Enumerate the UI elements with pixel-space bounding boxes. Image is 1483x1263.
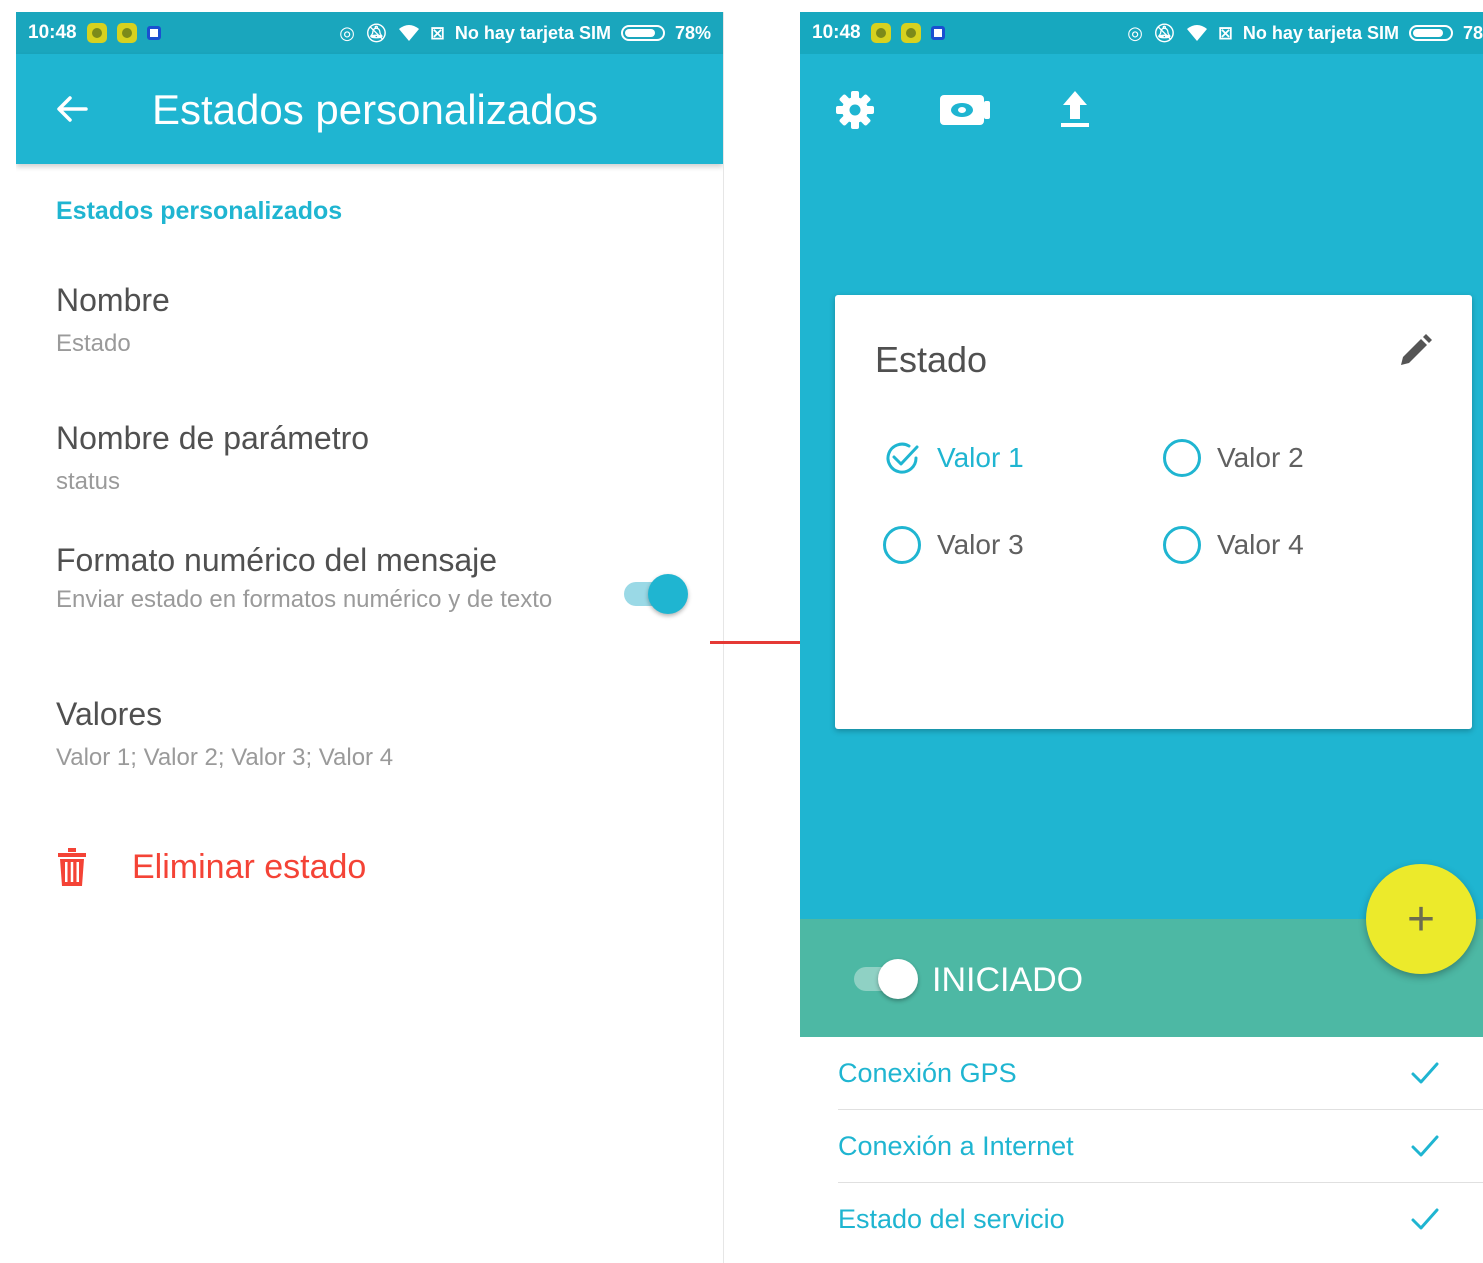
wifi-icon: [1186, 25, 1207, 41]
tracking-switch[interactable]: [854, 959, 918, 999]
list-item: Conexión a Internet: [838, 1110, 1483, 1183]
vibrate-icon: ◎: [1127, 22, 1143, 43]
option-label: Valor 2: [1217, 442, 1304, 473]
option-label: Valor 1: [937, 442, 1024, 473]
pref-numeric-summary: Enviar estado en formatos numérico y de …: [56, 586, 553, 613]
pref-values-value: Valor 1; Valor 2; Valor 3; Valor 4: [56, 744, 394, 771]
status-time: 10:48: [812, 22, 861, 43]
arrow-left-icon[interactable]: [52, 89, 92, 129]
pref-values[interactable]: Valores Valor 1; Valor 2; Valor 3; Valor…: [56, 696, 393, 773]
status-bar: 10:48 ◎ 🔕︎ ⊠ No hay tarjeta SIM 78%: [16, 12, 723, 54]
trash-icon: [58, 848, 86, 886]
pref-param-title: Nombre de parámetro: [56, 420, 370, 456]
mute-icon: 🔕︎: [1152, 22, 1176, 43]
status-bar: 10:48 ◎ 🔕︎ ⊠ No hay tarjeta SIM 78: [800, 12, 1483, 54]
upload-icon[interactable]: [1052, 87, 1098, 133]
pencil-icon[interactable]: [1395, 331, 1435, 371]
main-screen: 10:48 ◎ 🔕︎ ⊠ No hay tarjeta SIM 78 Estad…: [800, 12, 1483, 1263]
radio-circle-icon: [1163, 439, 1201, 477]
pref-param-value: status: [56, 468, 121, 495]
check-icon: [1411, 1208, 1439, 1230]
page-title: Estados personalizados: [152, 86, 598, 133]
option-label: Valor 3: [937, 529, 1024, 560]
radio-circle-icon: [1163, 526, 1201, 564]
pref-numeric-format[interactable]: Formato numérico del mensaje Enviar esta…: [56, 542, 576, 615]
pref-values-title: Valores: [56, 696, 163, 732]
card-title: Estado: [875, 339, 988, 380]
camera-icon[interactable]: [938, 87, 992, 133]
option-valor-4[interactable]: Valor 4: [1163, 526, 1304, 564]
battery-icon: [620, 25, 665, 41]
pref-name[interactable]: Nombre Estado: [56, 282, 170, 359]
option-valor-3[interactable]: Valor 3: [883, 526, 1024, 564]
notification-icon: [900, 23, 921, 43]
state-card: Estado Valor 1 Valor 2 Valor 3 Valor 4: [835, 295, 1472, 729]
add-button[interactable]: +: [1366, 864, 1476, 974]
option-valor-1[interactable]: Valor 1: [883, 439, 1024, 477]
option-label: Valor 4: [1217, 529, 1304, 560]
plus-icon: +: [1406, 892, 1436, 946]
carrier-text: No hay tarjeta SIM: [454, 22, 611, 43]
delete-state-label: Eliminar estado: [132, 847, 367, 886]
carrier-text: No hay tarjeta SIM: [1242, 22, 1399, 43]
notification-icon: [870, 23, 891, 43]
section-header: Estados personalizados: [56, 197, 343, 225]
check-icon: [1411, 1062, 1439, 1084]
settings-screen: 10:48 ◎ 🔕︎ ⊠ No hay tarjeta SIM 78% Esta…: [16, 12, 724, 1263]
radio-circle-icon: [883, 526, 921, 564]
notification-icon: [86, 23, 107, 43]
numeric-format-switch[interactable]: [624, 574, 688, 614]
battery-level: 78: [1462, 22, 1483, 43]
transition-arrow: [710, 641, 810, 644]
wifi-icon: [398, 25, 419, 41]
check-circle-icon: [886, 442, 919, 474]
status-internet-label: Conexión a Internet: [838, 1130, 1074, 1161]
gear-icon[interactable]: [832, 87, 878, 133]
status-gps-label: Conexión GPS: [838, 1057, 1017, 1088]
notification-icon: [930, 26, 945, 40]
sim-icon: ⊠: [1217, 22, 1233, 43]
status-list: Conexión GPS Conexión a Internet Estado …: [838, 1037, 1483, 1256]
check-icon: [1411, 1135, 1439, 1157]
list-item: Conexión GPS: [838, 1037, 1483, 1110]
notification-icon: [146, 26, 161, 40]
battery-icon: [1408, 25, 1453, 41]
app-bar: Estados personalizados: [16, 54, 723, 164]
pref-param[interactable]: Nombre de parámetro status: [56, 420, 369, 497]
option-valor-2[interactable]: Valor 2: [1163, 439, 1304, 477]
pref-name-title: Nombre: [56, 282, 170, 318]
notification-icon: [116, 23, 137, 43]
sim-icon: ⊠: [429, 22, 445, 43]
battery-level: 78%: [674, 22, 711, 43]
delete-state-button[interactable]: Eliminar estado: [56, 847, 366, 887]
tracking-status-label: INICIADO: [932, 961, 1084, 999]
pref-numeric-title: Formato numérico del mensaje: [56, 542, 498, 578]
status-time: 10:48: [28, 22, 77, 43]
pref-name-value: Estado: [56, 330, 131, 357]
mute-icon: 🔕︎: [364, 22, 388, 43]
vibrate-icon: ◎: [339, 22, 355, 43]
status-service-label: Estado del servicio: [838, 1204, 1065, 1234]
list-item: Estado del servicio: [838, 1183, 1483, 1256]
